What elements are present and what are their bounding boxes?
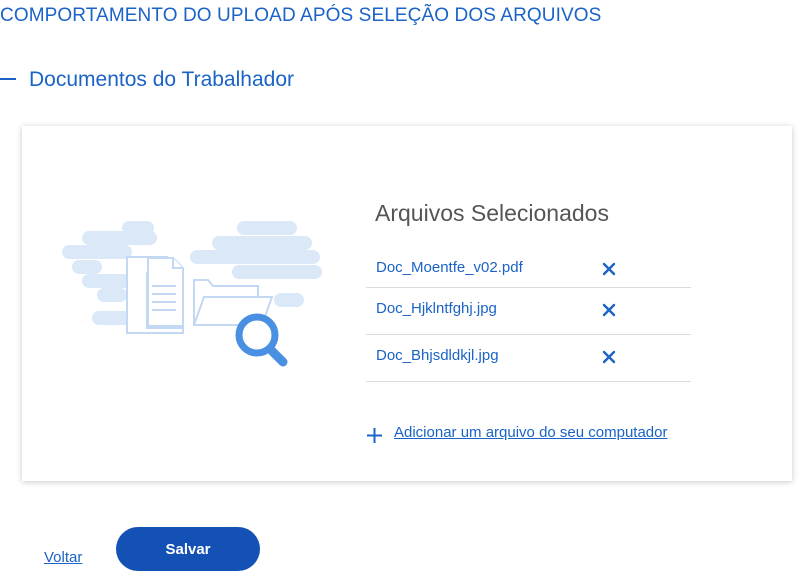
add-file-link[interactable]: Adicionar um arquivo do seu computador [394,424,668,441]
back-link[interactable]: Voltar [44,549,82,566]
save-button[interactable]: Salvar [116,527,260,571]
file-row: Doc_Hjklntfghj.jpg [366,288,691,335]
file-row: Doc_Moentfe_v02.pdf [366,250,691,288]
close-icon[interactable] [601,261,617,277]
plus-icon[interactable] [366,427,383,444]
file-row: Doc_Bhjsdldkjl.jpg [366,335,691,382]
section-title: Documentos do Trabalhador [29,68,294,91]
page-heading: COMPORTAMENTO DO UPLOAD APÓS SELEÇÃO DOS… [0,5,602,26]
file-name: Doc_Moentfe_v02.pdf [376,259,523,276]
document-folder-search-illustration [62,221,322,367]
selected-files-list: Doc_Moentfe_v02.pdf Doc_Hjklntfghj.jpg D… [366,250,691,382]
file-name: Doc_Bhjsdldkjl.jpg [376,347,499,364]
close-icon[interactable] [601,349,617,365]
upload-card: Arquivos Selecionados Doc_Moentfe_v02.pd… [22,126,792,481]
selected-files-title: Arquivos Selecionados [375,200,609,226]
close-icon[interactable] [601,302,617,318]
file-name: Doc_Hjklntfghj.jpg [376,300,497,317]
minus-icon[interactable] [0,78,16,80]
